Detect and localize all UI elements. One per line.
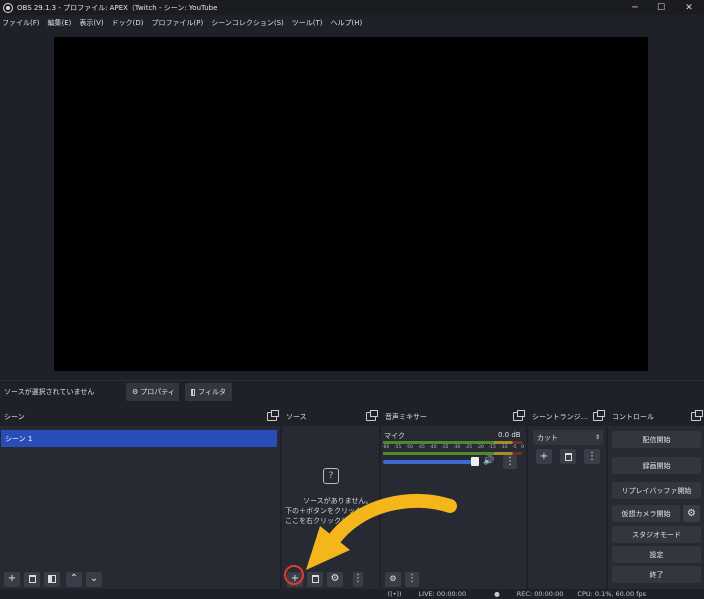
scale-tick: -40 [429, 445, 437, 450]
no-sources-icon: ? [323, 468, 339, 484]
obs-logo-icon [3, 2, 13, 13]
menu-help[interactable]: ヘルプ(H) [331, 18, 363, 28]
scene-filters-button[interactable] [44, 571, 60, 587]
scale-tick: -50 [405, 445, 414, 450]
remove-transition-button[interactable] [560, 449, 576, 464]
volume-slider-thumb[interactable] [471, 457, 479, 466]
menu-profile[interactable]: プロファイル(P) [152, 18, 204, 28]
chevron-down-icon: ⌄ [89, 573, 99, 584]
sources-dock-header: ソース [282, 408, 379, 426]
scale-tick: -45 [417, 445, 425, 450]
audio-meter-right [383, 452, 522, 455]
undock-icon[interactable] [267, 410, 279, 421]
move-scene-up-button[interactable]: ⌃ [66, 571, 82, 587]
virtual-camera-settings-button[interactable]: ⚙ [683, 505, 700, 522]
kebab-menu-icon: ⋮ [587, 450, 597, 462]
scene-list-item[interactable]: シーン 1 [1, 430, 277, 447]
menu-file[interactable]: ファイル(F) [2, 18, 40, 28]
scale-tick: -20 [476, 445, 484, 450]
broadcast-icon: ((•)) [387, 590, 402, 598]
scale-tick: -25 [464, 445, 473, 450]
filter-icon [48, 575, 56, 583]
properties-button[interactable]: ⚙ プロパティ [126, 383, 179, 401]
gear-icon: ⚙ [132, 388, 139, 396]
settings-button[interactable]: 設定 [612, 546, 701, 563]
menu-tools[interactable]: ツール(T) [292, 18, 323, 28]
chevron-updown-icon: ⇕ [594, 434, 600, 441]
filters-button[interactable]: フィルタ [185, 383, 232, 401]
pointer-arrow-annotation [306, 493, 457, 570]
scenes-toolbar: + ⌃ ⌄ [0, 569, 280, 589]
trash-icon [28, 575, 36, 583]
audio-meter-scale: -60 -55 -50 -45 -40 -35 -30 -25 -20 -15 … [382, 445, 524, 452]
add-scene-button[interactable]: + [4, 571, 20, 587]
window-title: OBS 29.1.3 - プロファイル: APEX（Twitch - シーン: … [17, 3, 218, 12]
scale-tick: -55 [393, 445, 402, 450]
add-transition-button[interactable]: + [536, 449, 552, 464]
scale-tick: -15 [488, 445, 496, 450]
scale-tick: -5 [512, 445, 517, 450]
scenes-dock-header: シーン [0, 408, 280, 426]
undock-icon[interactable] [513, 410, 525, 421]
scene-transitions-dock-header: シーントランジ... [528, 408, 606, 426]
maximize-button[interactable]: ☐ [646, 0, 676, 15]
transition-more-button[interactable]: ⋮ [584, 449, 600, 464]
menu-bar: ファイル(F) 編集(E) 表示(V) ドック(D) プロファイル(P) シーン… [0, 15, 704, 31]
gear-icon: ⚙ [687, 507, 696, 519]
cpu-status: CPU: 0.1%, 60.00 fps [577, 590, 646, 598]
trash-icon [564, 452, 572, 461]
audio-meter-left [383, 441, 522, 444]
scale-tick: -35 [441, 445, 449, 450]
undock-icon[interactable] [366, 410, 378, 421]
move-scene-down-button[interactable]: ⌄ [86, 571, 102, 587]
start-streaming-button[interactable]: 配信開始 [612, 431, 701, 448]
undock-icon[interactable] [593, 410, 605, 421]
record-icon: ● [494, 590, 500, 598]
speaker-icon[interactable]: 🔊 [483, 456, 494, 466]
close-button[interactable]: ✕ [674, 0, 704, 15]
menu-docks[interactable]: ドック(D) [112, 18, 144, 28]
audio-mixer-dock-header: 音声ミキサー [381, 408, 526, 426]
transition-select[interactable]: カット ⇕ [533, 430, 603, 445]
menu-scene-collection[interactable]: シーンコレクション(S) [211, 18, 284, 28]
audio-channel-name: マイク [384, 432, 405, 440]
scale-tick: -10 [500, 445, 508, 450]
live-status: ((•)) LIVE: 00:00:00 [387, 590, 467, 598]
status-bar: ((•)) LIVE: 00:00:00 ● REC: 00:00:00 CPU: … [0, 589, 704, 599]
rec-status: ● REC: 00:00:00 [494, 590, 564, 598]
channel-more-button[interactable]: ⋮ [503, 455, 517, 469]
scale-tick: 0 [521, 445, 524, 450]
context-bar [0, 380, 704, 406]
no-source-selected-label: ソースが選択されていません [4, 388, 95, 396]
scale-tick: -60 [382, 445, 390, 450]
controls-dock-header: コントロール [608, 408, 704, 426]
start-replay-buffer-button[interactable]: リプレイバッファ開始 [612, 482, 701, 499]
scale-tick: -30 [452, 445, 461, 450]
remove-scene-button[interactable] [24, 571, 40, 587]
studio-mode-button[interactable]: スタジオモード [612, 526, 701, 543]
menu-view[interactable]: 表示(V) [79, 18, 103, 28]
scenes-dock: シーン シーン 1 + ⌃ ⌄ [0, 408, 280, 589]
title-bar: OBS 29.1.3 - プロファイル: APEX（Twitch - シーン: … [0, 0, 704, 15]
start-virtual-camera-button[interactable]: 仮想カメラ開始 [612, 505, 680, 522]
start-recording-button[interactable]: 録画開始 [612, 457, 701, 474]
filter-icon [191, 388, 196, 396]
preview-canvas[interactable] [54, 37, 648, 371]
kebab-menu-icon: ⋮ [505, 456, 515, 467]
menu-edit[interactable]: 編集(E) [48, 18, 72, 28]
chevron-up-icon: ⌃ [69, 573, 79, 584]
exit-button[interactable]: 終了 [612, 566, 701, 583]
volume-slider[interactable] [383, 460, 479, 464]
undock-icon[interactable] [691, 410, 703, 421]
audio-level-db: 0.0 dB [498, 431, 521, 439]
